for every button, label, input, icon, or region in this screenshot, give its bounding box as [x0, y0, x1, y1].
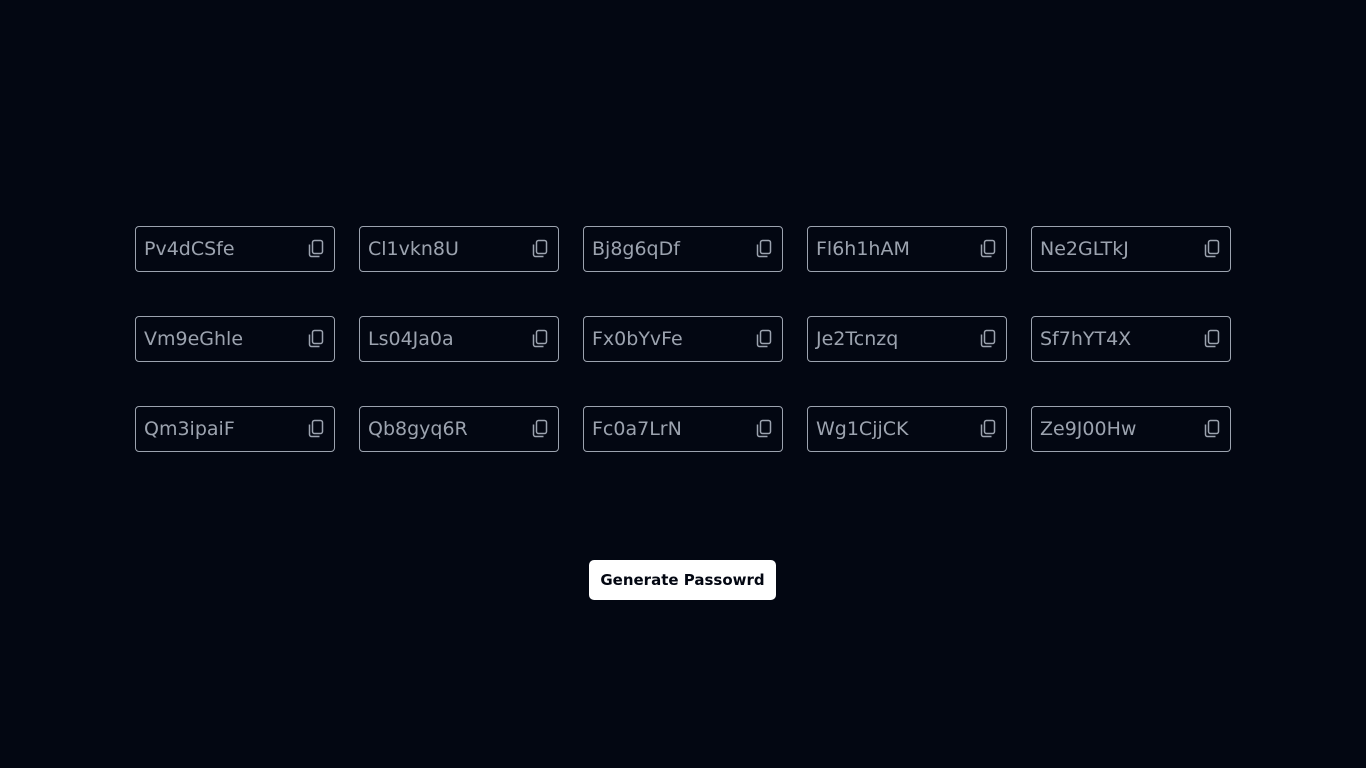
- password-field: Ze9J00Hw: [1031, 406, 1231, 452]
- password-text: Pv4dCSfe: [144, 238, 235, 260]
- password-field: Ls04Ja0a: [359, 316, 559, 362]
- copy-icon[interactable]: [753, 238, 775, 260]
- password-text: Ls04Ja0a: [368, 328, 454, 350]
- copy-icon[interactable]: [305, 418, 327, 440]
- password-text: Sf7hYT4X: [1040, 328, 1132, 350]
- password-field: Bj8g6qDf: [583, 226, 783, 272]
- password-generator-page: Pv4dCSfe Cl1vkn8U Bj8g6qDf Fl6h1hAM Ne2G…: [0, 0, 1366, 768]
- copy-icon[interactable]: [753, 418, 775, 440]
- password-field: Wg1CjjCK: [807, 406, 1007, 452]
- password-field: Cl1vkn8U: [359, 226, 559, 272]
- copy-icon[interactable]: [1201, 238, 1223, 260]
- password-text: Qb8gyq6R: [368, 418, 468, 440]
- password-field: Qm3ipaiF: [135, 406, 335, 452]
- password-text: Fl6h1hAM: [816, 238, 910, 260]
- password-field: Je2Tcnzq: [807, 316, 1007, 362]
- password-text: Qm3ipaiF: [144, 418, 235, 440]
- copy-icon[interactable]: [305, 328, 327, 350]
- password-text: Vm9eGhle: [144, 328, 244, 350]
- copy-icon[interactable]: [529, 418, 551, 440]
- password-field: Vm9eGhle: [135, 316, 335, 362]
- copy-icon[interactable]: [977, 328, 999, 350]
- password-field: Sf7hYT4X: [1031, 316, 1231, 362]
- copy-icon[interactable]: [753, 328, 775, 350]
- copy-icon[interactable]: [977, 418, 999, 440]
- password-text: Wg1CjjCK: [816, 418, 909, 440]
- password-grid: Pv4dCSfe Cl1vkn8U Bj8g6qDf Fl6h1hAM Ne2G…: [135, 226, 1231, 452]
- password-text: Cl1vkn8U: [368, 238, 459, 260]
- copy-icon[interactable]: [1201, 418, 1223, 440]
- copy-icon[interactable]: [1201, 328, 1223, 350]
- password-text: Fc0a7LrN: [592, 418, 682, 440]
- password-text: Fx0bYvFe: [592, 328, 683, 350]
- copy-icon[interactable]: [977, 238, 999, 260]
- copy-icon[interactable]: [529, 238, 551, 260]
- password-text: Bj8g6qDf: [592, 238, 680, 260]
- password-text: Je2Tcnzq: [816, 328, 899, 350]
- copy-icon[interactable]: [305, 238, 327, 260]
- password-field: Pv4dCSfe: [135, 226, 335, 272]
- password-field: Qb8gyq6R: [359, 406, 559, 452]
- copy-icon[interactable]: [529, 328, 551, 350]
- password-text: Ne2GLTkJ: [1040, 238, 1129, 260]
- password-text: Ze9J00Hw: [1040, 418, 1137, 440]
- password-field: Fx0bYvFe: [583, 316, 783, 362]
- password-field: Fl6h1hAM: [807, 226, 1007, 272]
- password-field: Ne2GLTkJ: [1031, 226, 1231, 272]
- password-field: Fc0a7LrN: [583, 406, 783, 452]
- generate-password-button[interactable]: Generate Passowrd: [589, 560, 776, 600]
